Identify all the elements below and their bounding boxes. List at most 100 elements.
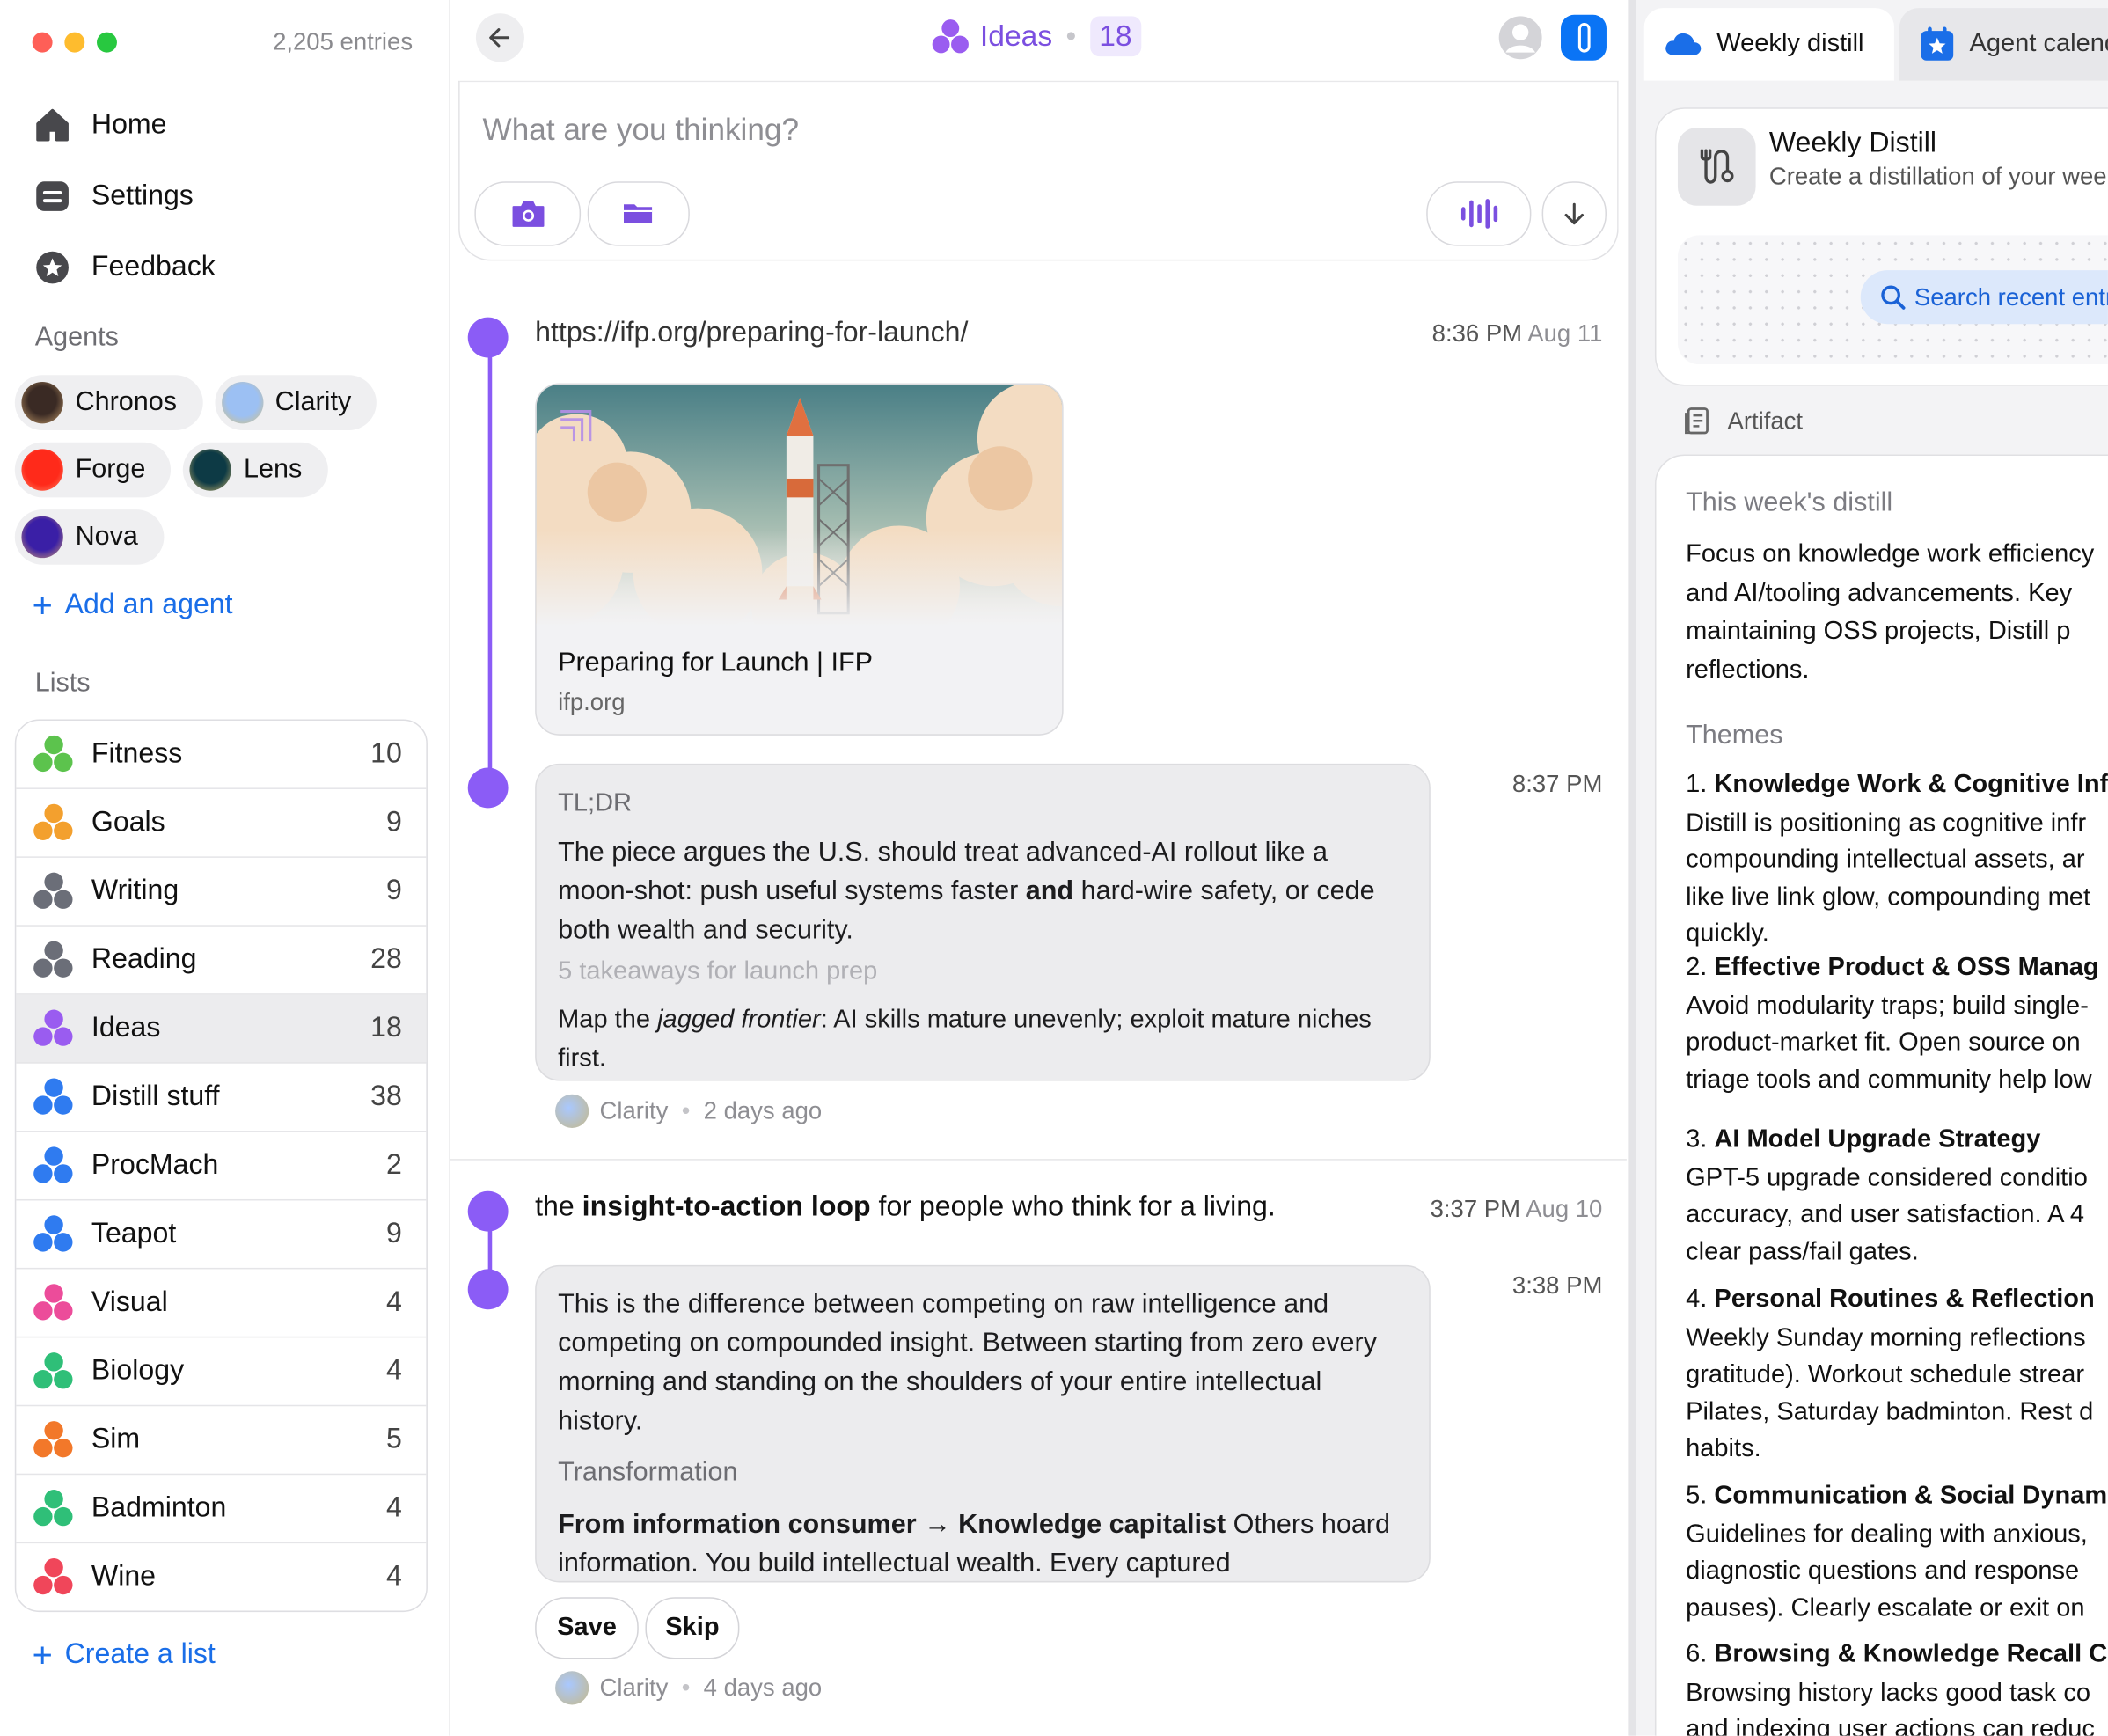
scroll-down-button[interactable] xyxy=(1541,181,1607,246)
theme-heading: 6. Browsing & Knowledge Recall C xyxy=(1686,1640,2107,1670)
search-icon xyxy=(1881,285,1906,310)
composer-input[interactable]: What are you thinking? xyxy=(483,112,799,148)
composer[interactable]: What are you thinking? xyxy=(458,80,1619,261)
back-button[interactable] xyxy=(475,13,524,62)
distill-intro-line: and AI/tooling advancements. Key xyxy=(1686,578,2073,607)
list-item-visual[interactable]: Visual 4 xyxy=(16,1269,427,1338)
list-item-biology[interactable]: Biology 4 xyxy=(16,1337,427,1407)
theme-heading: 4. Personal Routines & Reflection xyxy=(1686,1286,2095,1315)
list-count: 9 xyxy=(386,1218,402,1249)
nav-settings[interactable]: Settings xyxy=(33,160,216,231)
tab-agent-calendar[interactable]: Agent calendar xyxy=(1899,8,2108,81)
tab-weekly-distill-label: Weekly distill xyxy=(1716,29,1864,58)
agent-reply-bubble[interactable]: This is the difference between competing… xyxy=(535,1264,1431,1583)
link-preview-card[interactable]: Preparing for Launch | IFP ifp.org xyxy=(535,383,1064,736)
theme-line: Guidelines for dealing with anxious, xyxy=(1686,1520,2088,1549)
theme-number: 6. xyxy=(1686,1640,1715,1669)
window-controls xyxy=(32,32,117,53)
entry-url[interactable]: https://ifp.org/preparing-for-launch/ xyxy=(535,318,968,350)
lists-container: Fitness 10 Goals 9 Writing 9 Reading 28 Ideas 18 D… xyxy=(14,719,428,1613)
entry-time: 3:37 PM xyxy=(1430,1195,1521,1222)
agent-avatar xyxy=(555,1094,589,1128)
distill-artifact: This week's distill Focus on knowledge w… xyxy=(1654,454,2108,1736)
theme-line: product-market fit. Open source on xyxy=(1686,1029,2081,1058)
theme-title: Communication & Social Dynam xyxy=(1714,1481,2108,1510)
waveform-icon xyxy=(1460,199,1498,229)
artifact-label: Artifact xyxy=(1685,406,1803,436)
reply-faded-bold: From information consumer → Knowledge ca… xyxy=(558,1509,1226,1540)
theme-body: Distill is positioning as cognitive infr… xyxy=(1686,805,2090,953)
list-item-procmach[interactable]: ProcMach 2 xyxy=(16,1132,427,1201)
theme-body: Avoid modularity traps; build single-pro… xyxy=(1686,988,2092,1099)
voice-button[interactable] xyxy=(1426,181,1532,246)
agent-reply-bubble[interactable]: TL;DR The piece argues the U.S. should t… xyxy=(535,763,1431,1081)
camera-icon xyxy=(511,201,544,227)
theme-line: like live link glow, compounding met xyxy=(1686,883,2091,912)
agent-avatar xyxy=(21,449,63,491)
nav-feedback[interactable]: Feedback xyxy=(33,231,216,303)
list-dots-icon xyxy=(33,941,74,979)
agent-chip-chronos[interactable]: Chronos xyxy=(14,375,203,430)
theme-line: Pilates, Saturday badminton. Rest d xyxy=(1686,1397,2094,1426)
toggle-panel-button[interactable] xyxy=(1561,14,1607,61)
list-name: Goals xyxy=(91,806,165,838)
zoom-window-button[interactable] xyxy=(97,32,117,53)
cloud-icon xyxy=(1665,33,1702,55)
list-item-badminton[interactable]: Badminton 4 xyxy=(16,1475,427,1544)
agent-chip-forge[interactable]: Forge xyxy=(14,442,172,498)
list-item-ideas[interactable]: Ideas 18 xyxy=(16,994,427,1064)
skip-button[interactable]: Skip xyxy=(645,1597,740,1659)
list-item-wine[interactable]: Wine 4 xyxy=(16,1543,426,1610)
camera-button[interactable] xyxy=(474,181,582,246)
distill-intro-line: Focus on knowledge work efficiency xyxy=(1686,540,2095,569)
create-list-button[interactable]: + Create a list xyxy=(33,1637,216,1673)
theme-number: 2. xyxy=(1686,953,1715,982)
agent-card[interactable]: Weekly Distill Create a distillation of … xyxy=(1654,107,2108,386)
add-agent-button[interactable]: + Add an agent xyxy=(33,588,233,623)
agent-chip-clarity[interactable]: Clarity xyxy=(214,375,377,430)
list-item-distill-stuff[interactable]: Distill stuff 38 xyxy=(16,1064,427,1132)
list-dots-icon xyxy=(33,1352,74,1390)
agent-chip-lens[interactable]: Lens xyxy=(183,442,328,498)
agents-list: Chronos Clarity Forge Lens Nova xyxy=(14,375,418,565)
reply-body: The piece argues the U.S. should treat a… xyxy=(558,833,1405,950)
list-item-fitness[interactable]: Fitness 10 xyxy=(16,721,427,789)
list-name: Visual xyxy=(91,1286,168,1318)
close-window-button[interactable] xyxy=(32,32,53,53)
reply-agent-name[interactable]: Clarity xyxy=(599,1097,668,1125)
entry-text-bold: insight-to-action loop xyxy=(582,1190,871,1222)
reply-agent-name[interactable]: Clarity xyxy=(599,1674,668,1702)
search-recent-button[interactable]: Search recent entries xyxy=(1860,270,2108,325)
list-count: 28 xyxy=(370,943,402,975)
folder-button[interactable] xyxy=(587,181,690,246)
minimize-window-button[interactable] xyxy=(64,32,85,53)
list-name: Sim xyxy=(91,1424,141,1455)
entry-text[interactable]: the insight-to-action loop for people wh… xyxy=(535,1191,1276,1224)
agent-name: Chronos xyxy=(75,387,178,417)
list-name: Distill stuff xyxy=(91,1080,220,1112)
list-dots-icon xyxy=(33,803,74,842)
theme-line: habits. xyxy=(1686,1434,1761,1463)
tab-weekly-distill[interactable]: Weekly distill xyxy=(1643,8,1894,81)
timeline-dot xyxy=(467,767,509,809)
list-item-writing[interactable]: Writing 9 xyxy=(16,858,427,927)
save-button[interactable]: Save xyxy=(535,1597,639,1659)
theme-title: AI Model Upgrade Strategy xyxy=(1714,1124,2041,1154)
agent-avatar xyxy=(221,381,263,424)
themes-heading: Themes xyxy=(1686,721,1783,751)
theme-line: clear pass/fail gates. xyxy=(1686,1238,1919,1267)
reply-meta: Clarity • 4 days ago xyxy=(555,1671,822,1705)
theme-line: and indexing user actions can reduc xyxy=(1686,1716,2095,1736)
theme-title: Effective Product & OSS Manag xyxy=(1714,953,2099,982)
profile-button[interactable] xyxy=(1497,15,1543,61)
theme-number: 3. xyxy=(1686,1124,1715,1154)
nav-home[interactable]: Home xyxy=(33,89,216,160)
timeline-connector xyxy=(487,339,493,783)
list-item-sim[interactable]: Sim 5 xyxy=(16,1406,427,1476)
agent-chip-nova[interactable]: Nova xyxy=(14,509,164,565)
list-item-teapot[interactable]: Teapot 9 xyxy=(16,1201,427,1270)
list-item-goals[interactable]: Goals 9 xyxy=(16,789,427,858)
entry-date: Aug 10 xyxy=(1526,1195,1603,1222)
list-item-reading[interactable]: Reading 28 xyxy=(16,927,427,995)
list-name: Wine xyxy=(91,1561,157,1593)
